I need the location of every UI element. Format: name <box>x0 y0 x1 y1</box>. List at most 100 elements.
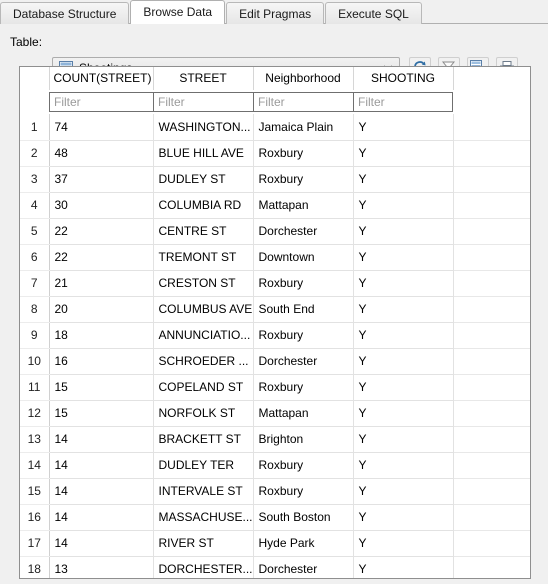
cell-shooting[interactable]: Y <box>353 348 454 375</box>
cell-count[interactable]: 14 <box>49 452 154 479</box>
cell-count[interactable]: 14 <box>49 426 154 453</box>
cell-neighborhood[interactable]: Dorchester <box>253 556 354 578</box>
cell-shooting[interactable]: Y <box>353 322 454 349</box>
cell-shooting[interactable]: Y <box>353 478 454 505</box>
cell-neighborhood[interactable]: Roxbury <box>253 478 354 505</box>
row-number-cell[interactable]: 2 <box>20 140 50 167</box>
tab-execute-sql[interactable]: Execute SQL <box>325 2 422 24</box>
cell-count[interactable]: 30 <box>49 192 154 219</box>
cell-neighborhood[interactable]: South Boston <box>253 504 354 531</box>
cell-street[interactable]: BRACKETT ST <box>153 426 254 453</box>
cell-street[interactable]: DUDLEY TER <box>153 452 254 479</box>
table-row[interactable]: 1 74 WASHINGTON... Jamaica Plain Y <box>20 114 530 141</box>
cell-neighborhood[interactable]: Hyde Park <box>253 530 354 557</box>
cell-shooting[interactable]: Y <box>353 244 454 271</box>
row-number-cell[interactable]: 16 <box>20 504 50 531</box>
cell-shooting[interactable]: Y <box>353 400 454 427</box>
cell-shooting[interactable]: Y <box>353 140 454 167</box>
row-number-cell[interactable]: 3 <box>20 166 50 193</box>
column-header-street[interactable]: STREET <box>153 67 254 91</box>
cell-street[interactable]: COLUMBIA RD <box>153 192 254 219</box>
table-row[interactable]: 14 14 DUDLEY TER Roxbury Y <box>20 452 530 479</box>
row-number-cell[interactable]: 18 <box>20 556 50 578</box>
table-row[interactable]: 10 16 SCHROEDER ... Dorchester Y <box>20 348 530 375</box>
cell-neighborhood[interactable]: Roxbury <box>253 374 354 401</box>
cell-neighborhood[interactable]: Jamaica Plain <box>253 114 354 141</box>
table-row[interactable]: 16 14 MASSACHUSE... South Boston Y <box>20 504 530 531</box>
table-row[interactable]: 17 14 RIVER ST Hyde Park Y <box>20 530 530 557</box>
cell-street[interactable]: NORFOLK ST <box>153 400 254 427</box>
cell-count[interactable]: 22 <box>49 244 154 271</box>
cell-shooting[interactable]: Y <box>353 504 454 531</box>
cell-count[interactable]: 14 <box>49 504 154 531</box>
cell-count[interactable]: 16 <box>49 348 154 375</box>
tab-database-structure[interactable]: Database Structure <box>0 2 130 24</box>
cell-count[interactable]: 14 <box>49 530 154 557</box>
table-row[interactable]: 4 30 COLUMBIA RD Mattapan Y <box>20 192 530 219</box>
cell-shooting[interactable]: Y <box>353 556 454 578</box>
cell-street[interactable]: COPELAND ST <box>153 374 254 401</box>
cell-neighborhood[interactable]: Brighton <box>253 426 354 453</box>
row-number-cell[interactable]: 4 <box>20 192 50 219</box>
row-number-cell[interactable]: 13 <box>20 426 50 453</box>
table-row[interactable]: 18 13 DORCHESTER... Dorchester Y <box>20 556 530 578</box>
cell-street[interactable]: TREMONT ST <box>153 244 254 271</box>
row-number-cell[interactable]: 10 <box>20 348 50 375</box>
cell-neighborhood[interactable]: South End <box>253 296 354 323</box>
cell-neighborhood[interactable]: Dorchester <box>253 218 354 245</box>
cell-street[interactable]: MASSACHUSE... <box>153 504 254 531</box>
cell-shooting[interactable]: Y <box>353 426 454 453</box>
cell-neighborhood[interactable]: Mattapan <box>253 400 354 427</box>
cell-street[interactable]: DUDLEY ST <box>153 166 254 193</box>
cell-neighborhood[interactable]: Mattapan <box>253 192 354 219</box>
cell-street[interactable]: CENTRE ST <box>153 218 254 245</box>
cell-shooting[interactable]: Y <box>353 166 454 193</box>
cell-count[interactable]: 13 <box>49 556 154 578</box>
filter-input-count[interactable]: Filter <box>49 91 153 112</box>
cell-shooting[interactable]: Y <box>353 270 454 297</box>
table-row[interactable]: 7 21 CRESTON ST Roxbury Y <box>20 270 530 297</box>
row-number-cell[interactable]: 6 <box>20 244 50 271</box>
cell-count[interactable]: 20 <box>49 296 154 323</box>
cell-neighborhood[interactable]: Roxbury <box>253 166 354 193</box>
cell-count[interactable]: 22 <box>49 218 154 245</box>
column-header-shooting[interactable]: SHOOTING <box>353 67 454 91</box>
cell-shooting[interactable]: Y <box>353 452 454 479</box>
row-number-cell[interactable]: 14 <box>20 452 50 479</box>
cell-shooting[interactable]: Y <box>353 114 454 141</box>
column-header-neighborhood[interactable]: Neighborhood <box>253 67 354 91</box>
cell-neighborhood[interactable]: Dorchester <box>253 348 354 375</box>
cell-count[interactable]: 15 <box>49 400 154 427</box>
cell-count[interactable]: 18 <box>49 322 154 349</box>
row-number-cell[interactable]: 5 <box>20 218 50 245</box>
table-row[interactable]: 13 14 BRACKETT ST Brighton Y <box>20 426 530 453</box>
tab-browse-data[interactable]: Browse Data <box>130 0 226 24</box>
cell-shooting[interactable]: Y <box>353 296 454 323</box>
table-row[interactable]: 15 14 INTERVALE ST Roxbury Y <box>20 478 530 505</box>
filter-cell-count[interactable]: Filter <box>49 90 153 114</box>
row-number-cell[interactable]: 8 <box>20 296 50 323</box>
cell-street[interactable]: ANNUNCIATIO... <box>153 322 254 349</box>
cell-street[interactable]: BLUE HILL AVE <box>153 140 254 167</box>
cell-count[interactable]: 14 <box>49 478 154 505</box>
table-row[interactable]: 5 22 CENTRE ST Dorchester Y <box>20 218 530 245</box>
table-row[interactable]: 8 20 COLUMBUS AVE South End Y <box>20 296 530 323</box>
row-number-cell[interactable]: 12 <box>20 400 50 427</box>
cell-neighborhood[interactable]: Roxbury <box>253 140 354 167</box>
cell-count[interactable]: 37 <box>49 166 154 193</box>
cell-street[interactable]: WASHINGTON... <box>153 114 254 141</box>
filter-input-street[interactable]: Filter <box>153 91 253 112</box>
row-number-cell[interactable]: 1 <box>20 114 50 141</box>
row-number-cell[interactable]: 17 <box>20 530 50 557</box>
table-row[interactable]: 2 48 BLUE HILL AVE Roxbury Y <box>20 140 530 167</box>
cell-shooting[interactable]: Y <box>353 218 454 245</box>
table-row[interactable]: 12 15 NORFOLK ST Mattapan Y <box>20 400 530 427</box>
table-row[interactable]: 9 18 ANNUNCIATIO... Roxbury Y <box>20 322 530 349</box>
cell-neighborhood[interactable]: Downtown <box>253 244 354 271</box>
filter-cell-neighborhood[interactable]: Filter <box>253 90 353 114</box>
table-row[interactable]: 3 37 DUDLEY ST Roxbury Y <box>20 166 530 193</box>
cell-neighborhood[interactable]: Roxbury <box>253 322 354 349</box>
cell-shooting[interactable]: Y <box>353 530 454 557</box>
row-number-cell[interactable]: 9 <box>20 322 50 349</box>
column-header-count[interactable]: COUNT(STREET) <box>49 67 154 91</box>
